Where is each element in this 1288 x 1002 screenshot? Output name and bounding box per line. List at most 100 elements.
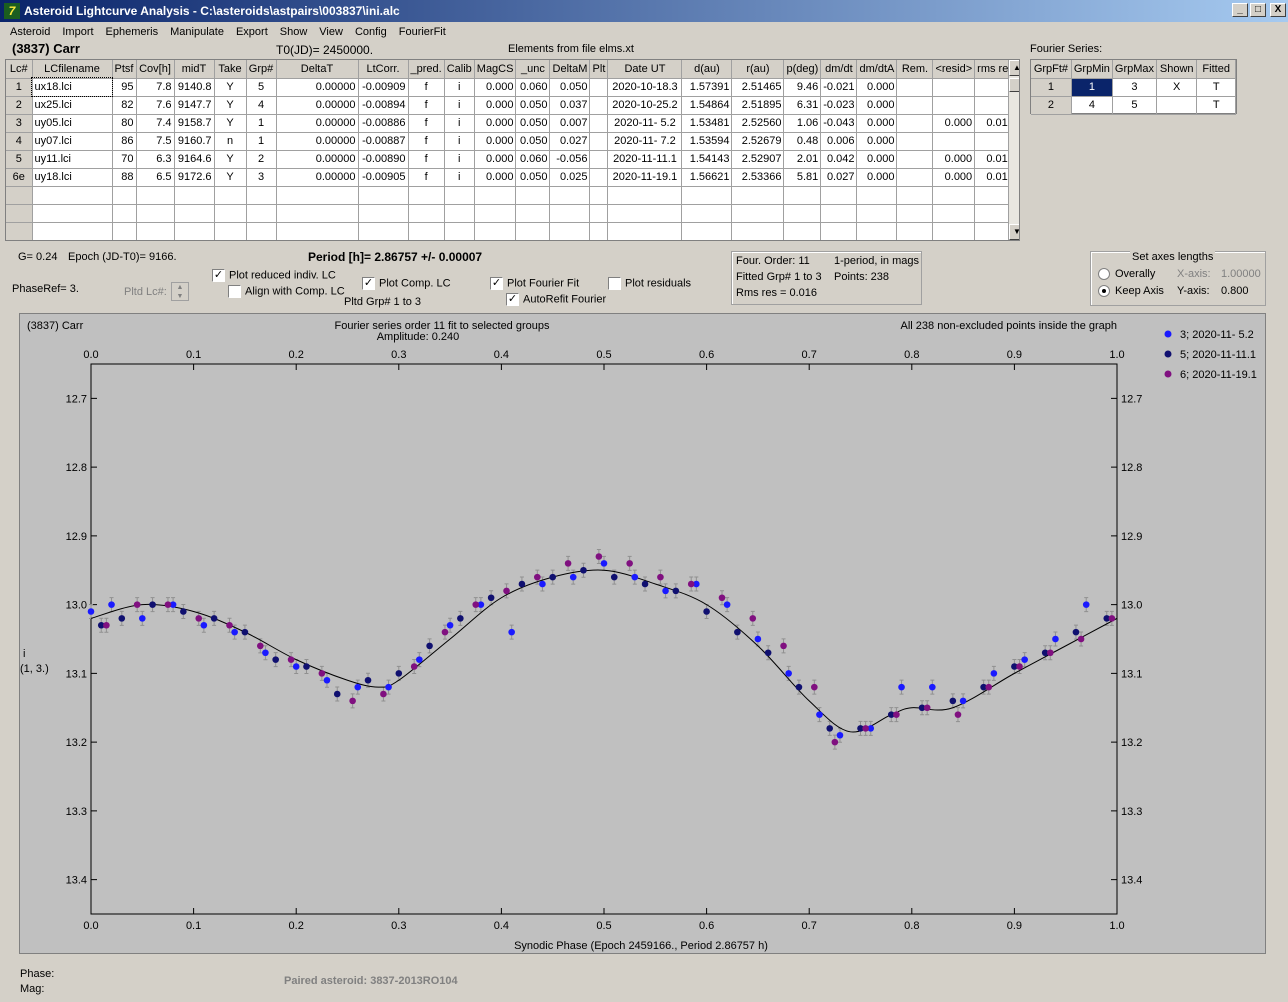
scroll-up-icon[interactable]: ▲ — [1009, 60, 1019, 76]
table-cell[interactable] — [856, 186, 898, 205]
fourier-cell[interactable]: 1 — [1071, 78, 1113, 97]
table-cell[interactable] — [136, 222, 175, 240]
table-cell[interactable]: 0.000 — [856, 168, 898, 187]
table-cell[interactable] — [607, 186, 683, 205]
table-cell[interactable]: 0.000 — [474, 150, 517, 169]
column-header[interactable]: MagCS — [474, 60, 517, 79]
column-header[interactable]: Date UT — [607, 60, 683, 79]
column-header[interactable]: Rem. — [896, 60, 934, 79]
row-header[interactable] — [6, 204, 33, 223]
table-cell[interactable]: 2.52560 — [731, 114, 785, 133]
table-cell[interactable]: 2020-11-11.1 — [607, 150, 683, 169]
table-cell[interactable] — [214, 186, 247, 205]
column-header[interactable]: Take — [214, 60, 247, 79]
table-cell[interactable] — [589, 204, 609, 223]
column-header[interactable]: LCfilename — [32, 60, 113, 79]
table-cell[interactable]: 2.53366 — [731, 168, 785, 187]
column-header[interactable]: <resid> — [932, 60, 976, 79]
table-cell[interactable]: 1 — [246, 114, 277, 133]
table-cell[interactable]: Y — [214, 78, 247, 97]
table-cell[interactable]: i — [444, 150, 475, 169]
table-cell[interactable]: 0.027 — [549, 132, 591, 151]
maximize-button[interactable]: □ — [1250, 3, 1266, 17]
table-cell[interactable]: 0.050 — [549, 78, 591, 97]
table-cell[interactable] — [358, 222, 409, 240]
table-cell[interactable]: 2020-10-25.2 — [607, 96, 683, 115]
table-cell[interactable] — [589, 222, 609, 240]
table-cell[interactable] — [856, 222, 898, 240]
fourier-cell[interactable] — [1156, 96, 1198, 115]
table-cell[interactable]: 0.000 — [474, 78, 517, 97]
table-cell[interactable] — [246, 186, 277, 205]
table-cell[interactable] — [932, 132, 976, 151]
table-cell[interactable] — [681, 222, 733, 240]
table-cell[interactable]: 0.000 — [856, 114, 898, 133]
table-cell[interactable]: 70 — [112, 150, 137, 169]
column-header[interactable]: dm/dtA — [856, 60, 898, 79]
plot-comp-checkbox[interactable]: ✓ Plot Comp. LC — [362, 277, 451, 290]
close-button[interactable]: X — [1270, 3, 1286, 17]
row-header[interactable]: 1 — [6, 78, 33, 97]
table-cell[interactable] — [589, 150, 609, 169]
table-cell[interactable]: i — [444, 114, 475, 133]
table-cell[interactable]: 0.037 — [549, 96, 591, 115]
row-header[interactable]: 4 — [6, 132, 33, 151]
table-cell[interactable]: 0.00000 — [276, 132, 359, 151]
x-axis-value[interactable]: 1.00000 — [1221, 268, 1261, 280]
table-cell[interactable]: -0.00905 — [358, 168, 409, 187]
table-cell[interactable] — [589, 78, 609, 97]
y-axis-value[interactable]: 0.800 — [1221, 285, 1249, 297]
table-cell[interactable] — [896, 168, 934, 187]
table-cell[interactable] — [174, 222, 215, 240]
table-cell[interactable] — [474, 186, 517, 205]
table-cell[interactable] — [112, 204, 137, 223]
table-cell[interactable]: f — [408, 96, 445, 115]
table-cell[interactable]: 0.00000 — [276, 168, 359, 187]
table-cell[interactable]: -0.023 — [820, 96, 858, 115]
table-cell[interactable]: 1.06 — [783, 114, 822, 133]
table-cell[interactable]: 0.025 — [549, 168, 591, 187]
table-cell[interactable]: 0.000 — [474, 168, 517, 187]
table-row[interactable]: 4 uy07.lci 86 7.5 9160.7 n 1 0.00000 -0.00887 f i 0… — [6, 132, 1017, 151]
table-cell[interactable] — [408, 222, 445, 240]
menu-config[interactable]: Config — [349, 26, 393, 38]
table-cell[interactable] — [276, 222, 359, 240]
table-cell[interactable]: 0.060 — [515, 150, 551, 169]
pltd-lc-spinner[interactable]: ▲ ▼ — [171, 282, 189, 301]
table-cell[interactable]: 2.01 — [783, 150, 822, 169]
row-header[interactable]: 1 — [1031, 78, 1072, 97]
table-cell[interactable]: 0.000 — [932, 168, 976, 187]
column-header[interactable]: Calib — [444, 60, 475, 79]
column-header[interactable]: midT — [174, 60, 215, 79]
table-cell[interactable] — [783, 204, 822, 223]
table-cell[interactable] — [589, 168, 609, 187]
fourier-column-header[interactable]: GrpFt# — [1031, 60, 1072, 79]
fourier-cell[interactable]: T — [1196, 78, 1236, 97]
table-cell[interactable] — [932, 204, 976, 223]
row-header[interactable]: 3 — [6, 114, 33, 133]
table-cell[interactable] — [607, 204, 683, 223]
table-cell[interactable] — [214, 222, 247, 240]
fourier-column-header[interactable]: Shown — [1156, 60, 1198, 79]
table-cell[interactable]: f — [408, 132, 445, 151]
table-cell[interactable] — [731, 204, 785, 223]
table-cell[interactable]: 0.000 — [474, 132, 517, 151]
table-cell[interactable]: 1.57391 — [681, 78, 733, 97]
table-cell[interactable] — [246, 222, 277, 240]
table-cell[interactable] — [276, 204, 359, 223]
table-cell[interactable] — [515, 186, 551, 205]
row-header[interactable]: 5 — [6, 150, 33, 169]
table-cell[interactable]: 0.000 — [474, 96, 517, 115]
menu-manipulate[interactable]: Manipulate — [164, 26, 230, 38]
table-cell[interactable] — [820, 222, 858, 240]
table-cell[interactable] — [474, 222, 517, 240]
table-cell[interactable]: 2020-11- 5.2 — [607, 114, 683, 133]
menu-ephemeris[interactable]: Ephemeris — [100, 26, 165, 38]
scroll-down-icon[interactable]: ▼ — [1009, 224, 1019, 240]
plot-residuals-checkbox[interactable]: Plot residuals — [608, 277, 691, 290]
table-cell[interactable]: 80 — [112, 114, 137, 133]
column-header[interactable]: Grp# — [246, 60, 277, 79]
table-cell[interactable] — [444, 204, 475, 223]
table-cell[interactable]: ux25.lci — [32, 96, 113, 115]
table-row[interactable]: 2 ux25.lci 82 7.6 9147.7 Y 4 0.00000 -0.00894 f i 0… — [6, 96, 1017, 115]
